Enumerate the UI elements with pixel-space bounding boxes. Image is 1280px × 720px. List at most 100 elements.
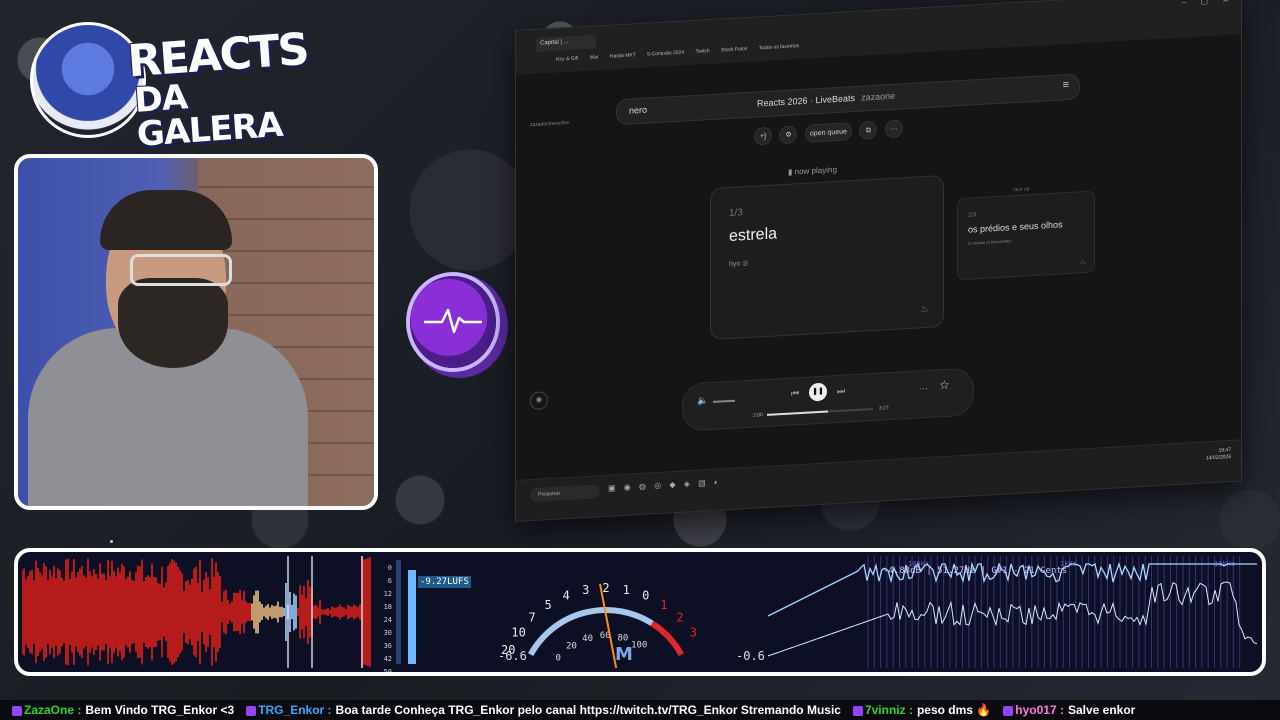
channel-logo: REACTS DA GALERA — [22, 12, 309, 155]
app-header: nero Reacts 2026 · LiveBeats zazaone ≡ — [616, 73, 1080, 126]
pause-button[interactable]: ❚❚ — [809, 382, 827, 402]
window-controls[interactable]: – ▢ ✕ — [1182, 0, 1235, 7]
chat-text: Bem Vindo TRG_Enkor <3 — [85, 703, 235, 717]
vu-mode-label: M — [615, 644, 633, 665]
waveform-display — [22, 556, 371, 668]
chat-text: Salve enkor — [1067, 703, 1136, 717]
chat-username[interactable]: 7vinniz : — [865, 703, 913, 717]
elapsed-time: 2:00 — [753, 412, 763, 419]
bookmark-item[interactable]: Hacks MKT — [610, 52, 636, 59]
theme-toggle-icon[interactable]: ✺ — [530, 391, 548, 411]
flame-icon: ♨ — [1079, 259, 1086, 267]
webcam-feed — [14, 154, 378, 510]
session-name: Reacts 2026 · LiveBeats — [757, 92, 856, 109]
next-track-icon[interactable]: ⏭ — [837, 386, 845, 397]
flame-icon: ♨ — [920, 303, 929, 316]
chat-username[interactable]: ZazaOne : — [24, 703, 81, 717]
add-icon[interactable]: +] — [754, 126, 772, 146]
next-track-title: os prédios e seus olhos — [968, 219, 1063, 235]
logo-title-line1: REACTS — [126, 23, 310, 88]
vu-inner-label: 20 — [566, 642, 577, 652]
url-bar[interactable]: zazadon/nero/live — [530, 120, 569, 128]
logo-title-line2: DA GALERA — [133, 77, 284, 155]
progress-bar[interactable] — [767, 407, 873, 416]
next-track-position: 2/3 — [968, 212, 977, 219]
now-playing-card[interactable]: 1/3 estrela hyo ◎ ♨ — [710, 175, 944, 341]
hamburger-menu-icon[interactable]: ≡ — [1063, 79, 1069, 91]
pulse-logo-icon — [410, 276, 496, 368]
lufs-tick: 42 — [383, 655, 392, 663]
vu-scale-label: 3 — [690, 626, 697, 640]
volume-slider[interactable] — [713, 399, 735, 403]
vu-meter: 2010754 3 2 1 012302040 60 80100-6.6 -0.6M — [498, 581, 765, 668]
volume-icon[interactable]: 🔈 — [697, 395, 708, 407]
bookmark-item[interactable]: Mar — [590, 54, 599, 60]
next-up-label: next up — [1013, 186, 1030, 194]
open-queue-button[interactable]: open queue — [804, 122, 852, 143]
favorite-star-icon[interactable]: ☆ — [939, 378, 950, 393]
equalizer-icon: ▮ — [788, 167, 793, 177]
twitch-badge-icon — [1003, 705, 1014, 716]
lufs-tick: 18 — [383, 603, 392, 611]
track-position: 1/3 — [729, 207, 743, 220]
vu-scale-label: 3 — [582, 583, 589, 597]
bookmark-item[interactable]: Todos os favoritos — [759, 43, 799, 51]
bookmark-item[interactable]: Stock Fotos — [721, 46, 747, 53]
previous-track-icon[interactable]: ⏮ — [791, 388, 799, 399]
vu-scale-label: 1 — [623, 583, 630, 597]
chat-username[interactable]: hyo017 : — [1015, 703, 1064, 717]
bookmark-item[interactable]: Twitch — [695, 48, 709, 55]
spectrum-readout: -4.88dB | 51.27Hz | G#1 - 21 Cents — [883, 566, 1068, 576]
chat-text: Boa tarde Conheça TRG_Enkor pelo canal h… — [335, 703, 841, 717]
next-up-card[interactable]: 2/3 os prédios e seus olhos 3 colunas ◫ … — [957, 190, 1095, 281]
twitch-badge-icon — [852, 705, 863, 716]
lufs-tick: 12 — [383, 590, 392, 598]
lufs-tick: 36 — [383, 642, 392, 650]
chat-message: ZazaOne : Bem Vindo TRG_Enkor <3 — [10, 700, 234, 720]
bookmark-item[interactable]: 5-Conexão 2024 — [647, 50, 684, 58]
taskbar-clock[interactable]: 19:47 14/02/2026 — [1206, 447, 1231, 462]
now-playing-label: ▮ now playing — [788, 165, 837, 177]
track-title: estrela — [729, 225, 778, 246]
brand-name[interactable]: nero — [629, 105, 647, 116]
settings-icon[interactable]: ⚙ — [779, 125, 798, 145]
vu-inner-label: 80 — [618, 633, 629, 643]
vu-scale-label: 5 — [545, 598, 552, 612]
twitch-badge-icon — [246, 705, 257, 716]
session-controls: +] ⚙ open queue ⧉ ··· — [754, 119, 906, 146]
chat-ticker: ZazaOne : Bem Vindo TRG_Enkor <3 TRG_Enkor… — [0, 700, 1280, 720]
taskbar-search[interactable]: Pesquisar — [530, 484, 600, 503]
more-options-icon[interactable]: ··· — [884, 119, 903, 139]
player-bar: 🔈 ⏮ ❚❚ ⏭ ··· ☆ 2:00 3:27 — [682, 367, 974, 432]
browser-tab[interactable]: Capital | ... — [536, 34, 596, 52]
session-title: Reacts 2026 · LiveBeats zazaone — [757, 91, 895, 109]
vu-scale-label: 2 — [676, 610, 683, 624]
lufs-meter: 0 6 12 18 24 30 36 42 50 — [380, 556, 440, 672]
session-owner: zazaone — [861, 90, 896, 103]
vu-red-zone — [650, 620, 684, 657]
vu-scale-label: 2 — [602, 581, 609, 595]
bookmark-item[interactable]: Key & Gift — [556, 55, 579, 62]
lufs-tick: 0 — [387, 564, 392, 572]
vu-inner-label: 40 — [582, 634, 593, 644]
vu-left-value: -6.6 — [498, 649, 527, 663]
vu-scale-label: 1 — [660, 598, 667, 612]
chat-message: hyo017 : Salve enkor — [1001, 700, 1135, 720]
lufs-tick: 50 — [383, 668, 392, 676]
chat-text: peso dms 🔥 — [916, 703, 992, 717]
track-artist: hyo ◎ — [729, 259, 749, 269]
vu-scale-label: 0 — [642, 589, 649, 603]
chat-username[interactable]: TRG_Enkor : — [258, 703, 331, 717]
vu-scale-label: 10 — [511, 626, 525, 640]
chat-message: TRG_Enkor : Boa tarde Conheça TRG_Enkor p… — [244, 700, 841, 720]
vu-scale-label: 4 — [563, 589, 570, 603]
player-more-icon[interactable]: ··· — [919, 383, 928, 394]
share-icon[interactable]: ⧉ — [859, 120, 878, 140]
next-track-meta: 3 colunas ◫ bloco/vídeo — [968, 238, 1012, 246]
audio-analyzer-panel: 0 6 12 18 24 30 36 42 50 -9.27LUFS 20 10 7 5 4 3 2 1 0 1 2… — [14, 548, 1266, 676]
lufs-tick: 6 — [387, 577, 392, 585]
lufs-value: -9.27LUFS — [418, 576, 471, 588]
vu-inner-label: 0 — [556, 653, 561, 663]
taskbar-apps[interactable]: ▣ ◉ ◍ ◎ ◆ ◈ ▤ ◐ — [608, 477, 722, 492]
twitch-badge-icon — [12, 705, 22, 716]
